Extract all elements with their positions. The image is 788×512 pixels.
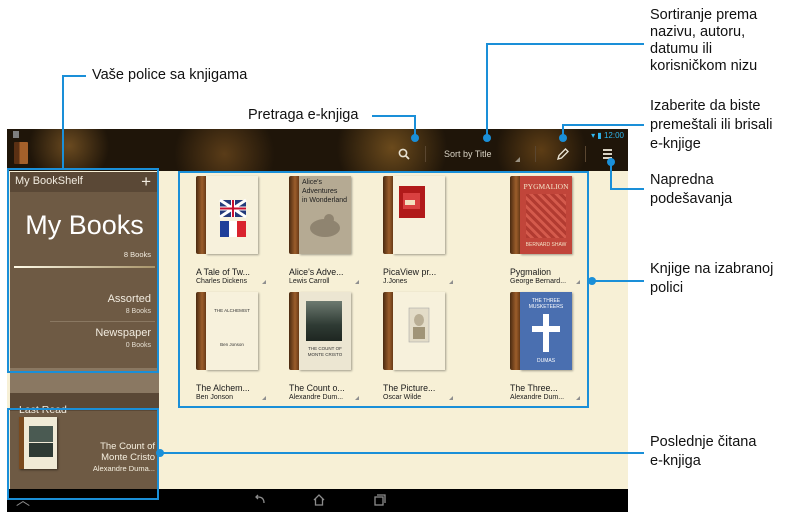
annotation-advanced-line2: podešavanja	[650, 191, 733, 207]
annotation-advanced-line1: Napredna	[650, 172, 714, 188]
app-logo-icon[interactable]	[14, 142, 28, 164]
callout-dot	[588, 277, 596, 285]
callout-frame-books	[178, 171, 589, 408]
clock-label: 12:00	[603, 131, 624, 140]
callout-line	[486, 43, 488, 137]
pencil-icon[interactable]	[556, 147, 570, 161]
callout-line	[62, 75, 86, 77]
callout-line	[592, 280, 644, 282]
action-bar: ▾ ▮ 12:00 Sort by Title	[7, 129, 628, 171]
annotation-books-line2: polici	[650, 280, 684, 296]
back-icon[interactable]	[253, 493, 267, 507]
annotation-edit-line3: e-knjige	[650, 136, 701, 152]
annotation-edit-line2: premeštali ili brisali	[650, 117, 773, 133]
battery-icon: ▮	[597, 131, 602, 140]
callout-dot	[483, 134, 491, 142]
callout-dot	[156, 449, 164, 457]
annotation-books-line1: Knjige na izabranoj	[650, 261, 774, 277]
callout-line	[610, 188, 644, 190]
annotation-sort-line2: nazivu, autoru,	[650, 24, 746, 40]
callout-dot	[411, 134, 419, 142]
annotation-shelves: Vaše police sa knjigama	[92, 67, 248, 83]
toolbar-divider	[585, 146, 586, 162]
callout-frame-lastread	[7, 408, 159, 500]
callout-line	[372, 115, 416, 117]
callout-line	[610, 163, 612, 189]
annotation-lastread-line1: Poslednje čitana	[650, 434, 757, 450]
sort-dropdown[interactable]: Sort by Title	[444, 149, 492, 159]
search-icon[interactable]	[398, 148, 410, 160]
toolbar-divider	[535, 146, 536, 162]
annotation-sort-line1: Sortiranje prema	[650, 7, 758, 23]
callout-frame-shelves	[7, 168, 159, 373]
annotation-lastread-line2: e-knjiga	[650, 453, 701, 469]
annotation-search: Pretraga e-knjiga	[248, 107, 359, 123]
annotation-sort-line4: korisničkom nizu	[650, 58, 758, 74]
callout-dot	[607, 158, 615, 166]
toolbar-divider	[425, 146, 426, 162]
callout-line	[160, 452, 644, 454]
recent-apps-icon[interactable]	[373, 493, 387, 507]
annotation-edit-line1: Izaberite da biste	[650, 98, 761, 114]
callout-line	[486, 43, 644, 45]
status-time: ▾ ▮ 12:00	[591, 131, 624, 140]
callout-line	[62, 75, 64, 169]
dropdown-arrow-icon	[515, 157, 520, 162]
wifi-icon: ▾	[591, 131, 596, 140]
annotation-sort-line3: datumu ili	[650, 41, 713, 57]
callout-dot	[559, 134, 567, 142]
callout-line	[562, 124, 644, 126]
notification-icon	[13, 131, 19, 138]
home-icon[interactable]	[312, 493, 326, 507]
